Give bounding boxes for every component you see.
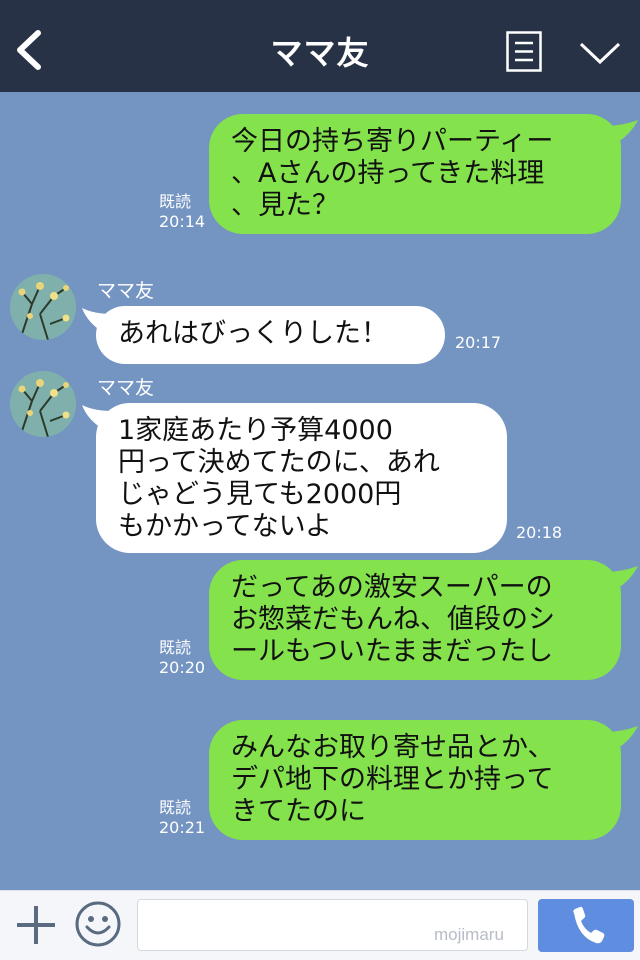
message-meta: 既読 20:20 [159, 638, 205, 678]
plus-icon [17, 906, 55, 944]
emoji-button[interactable] [74, 900, 122, 948]
message-time: 20:14 [159, 212, 206, 231]
read-receipt: 既読 [159, 192, 192, 211]
sender-name: ママ友 [97, 377, 155, 399]
message-time: 20:21 [159, 818, 206, 837]
message-time: 20:17 [455, 333, 502, 352]
chat-title: ママ友 [270, 34, 370, 72]
add-button[interactable] [14, 903, 58, 947]
chevron-down-icon [579, 42, 621, 65]
message-bubble[interactable]: みんなお取り寄せ品とか、 デパ地下の料理とか持って きてたのに [209, 720, 621, 840]
avatar-image [10, 371, 76, 437]
message-time: 20:20 [159, 658, 206, 677]
message-meta: 既読 20:14 [159, 192, 205, 232]
read-receipt: 既読 [159, 798, 192, 817]
chat-header: ママ友 [0, 0, 640, 92]
message-bubble[interactable]: 今日の持ち寄りパーティー 、Aさんの持ってきた料理 、見た？ [209, 114, 621, 234]
call-button[interactable] [538, 899, 634, 952]
avatar-image [10, 274, 76, 340]
message-bubble[interactable]: だってあの激安スーパーの お惣菜だもんね、値段のシ ールもついたままだったし [209, 560, 621, 680]
phone-icon [573, 906, 605, 944]
message-meta: 既読 20:21 [159, 798, 205, 838]
menu-list-icon [506, 31, 542, 72]
message-bubble[interactable]: あれはびっくりした！ [96, 306, 445, 364]
read-receipt: 既読 [159, 638, 192, 657]
avatar[interactable] [10, 371, 76, 437]
avatar[interactable] [10, 274, 76, 340]
watermark-text: mojimaru [434, 925, 504, 944]
chat-footer: mojimaru [0, 890, 640, 960]
menu-button[interactable] [506, 31, 542, 72]
message-bubble[interactable]: 1家庭あたり予算4000 円って決めてたのに、あれ じゃどう見ても2000円 も… [96, 403, 507, 553]
message-time: 20:18 [516, 523, 563, 542]
smiley-icon [75, 901, 121, 947]
dropdown-button[interactable] [578, 38, 622, 68]
sender-name: ママ友 [97, 280, 155, 302]
